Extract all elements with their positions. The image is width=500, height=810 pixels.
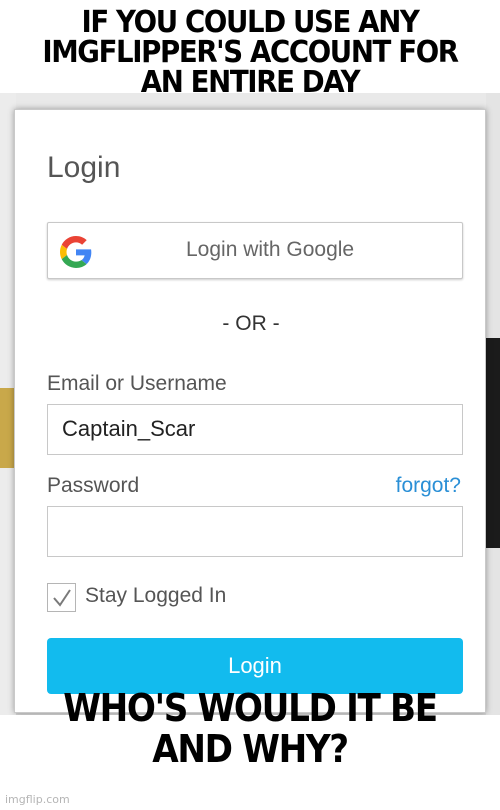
- background-page-band: [0, 93, 500, 109]
- background-page-right: [486, 93, 500, 715]
- google-button-label: Login with Google: [186, 238, 355, 261]
- top-caption: IF YOU COULD USE ANY IMGFLIPPER'S ACCOUN…: [42, 5, 459, 100]
- imgflip-watermark: imgflip.com: [5, 793, 70, 806]
- forgot-password-link[interactable]: forgot?: [396, 474, 461, 498]
- bottom-caption: WHO'S WOULD IT BE AND WHY?: [63, 686, 438, 771]
- login-dialog: Login Login with Google - OR - Email or …: [14, 109, 486, 713]
- login-with-google-button[interactable]: Login with Google: [47, 222, 463, 279]
- stay-logged-in-label: Stay Logged In: [85, 584, 227, 607]
- screenshot-region: Login Login with Google - OR - Email or …: [0, 93, 500, 715]
- password-label: Password: [47, 474, 140, 497]
- email-label: Email or Username: [47, 372, 227, 395]
- login-title: Login: [47, 151, 121, 184]
- password-input[interactable]: [47, 506, 463, 557]
- or-divider: - OR -: [222, 312, 280, 335]
- google-g-icon: [60, 236, 92, 268]
- background-image-fragment-dark: [486, 338, 500, 548]
- stay-logged-in-checkbox[interactable]: [47, 583, 76, 612]
- checkmark-icon: [53, 589, 71, 607]
- email-input[interactable]: Captain_Scar: [47, 404, 463, 455]
